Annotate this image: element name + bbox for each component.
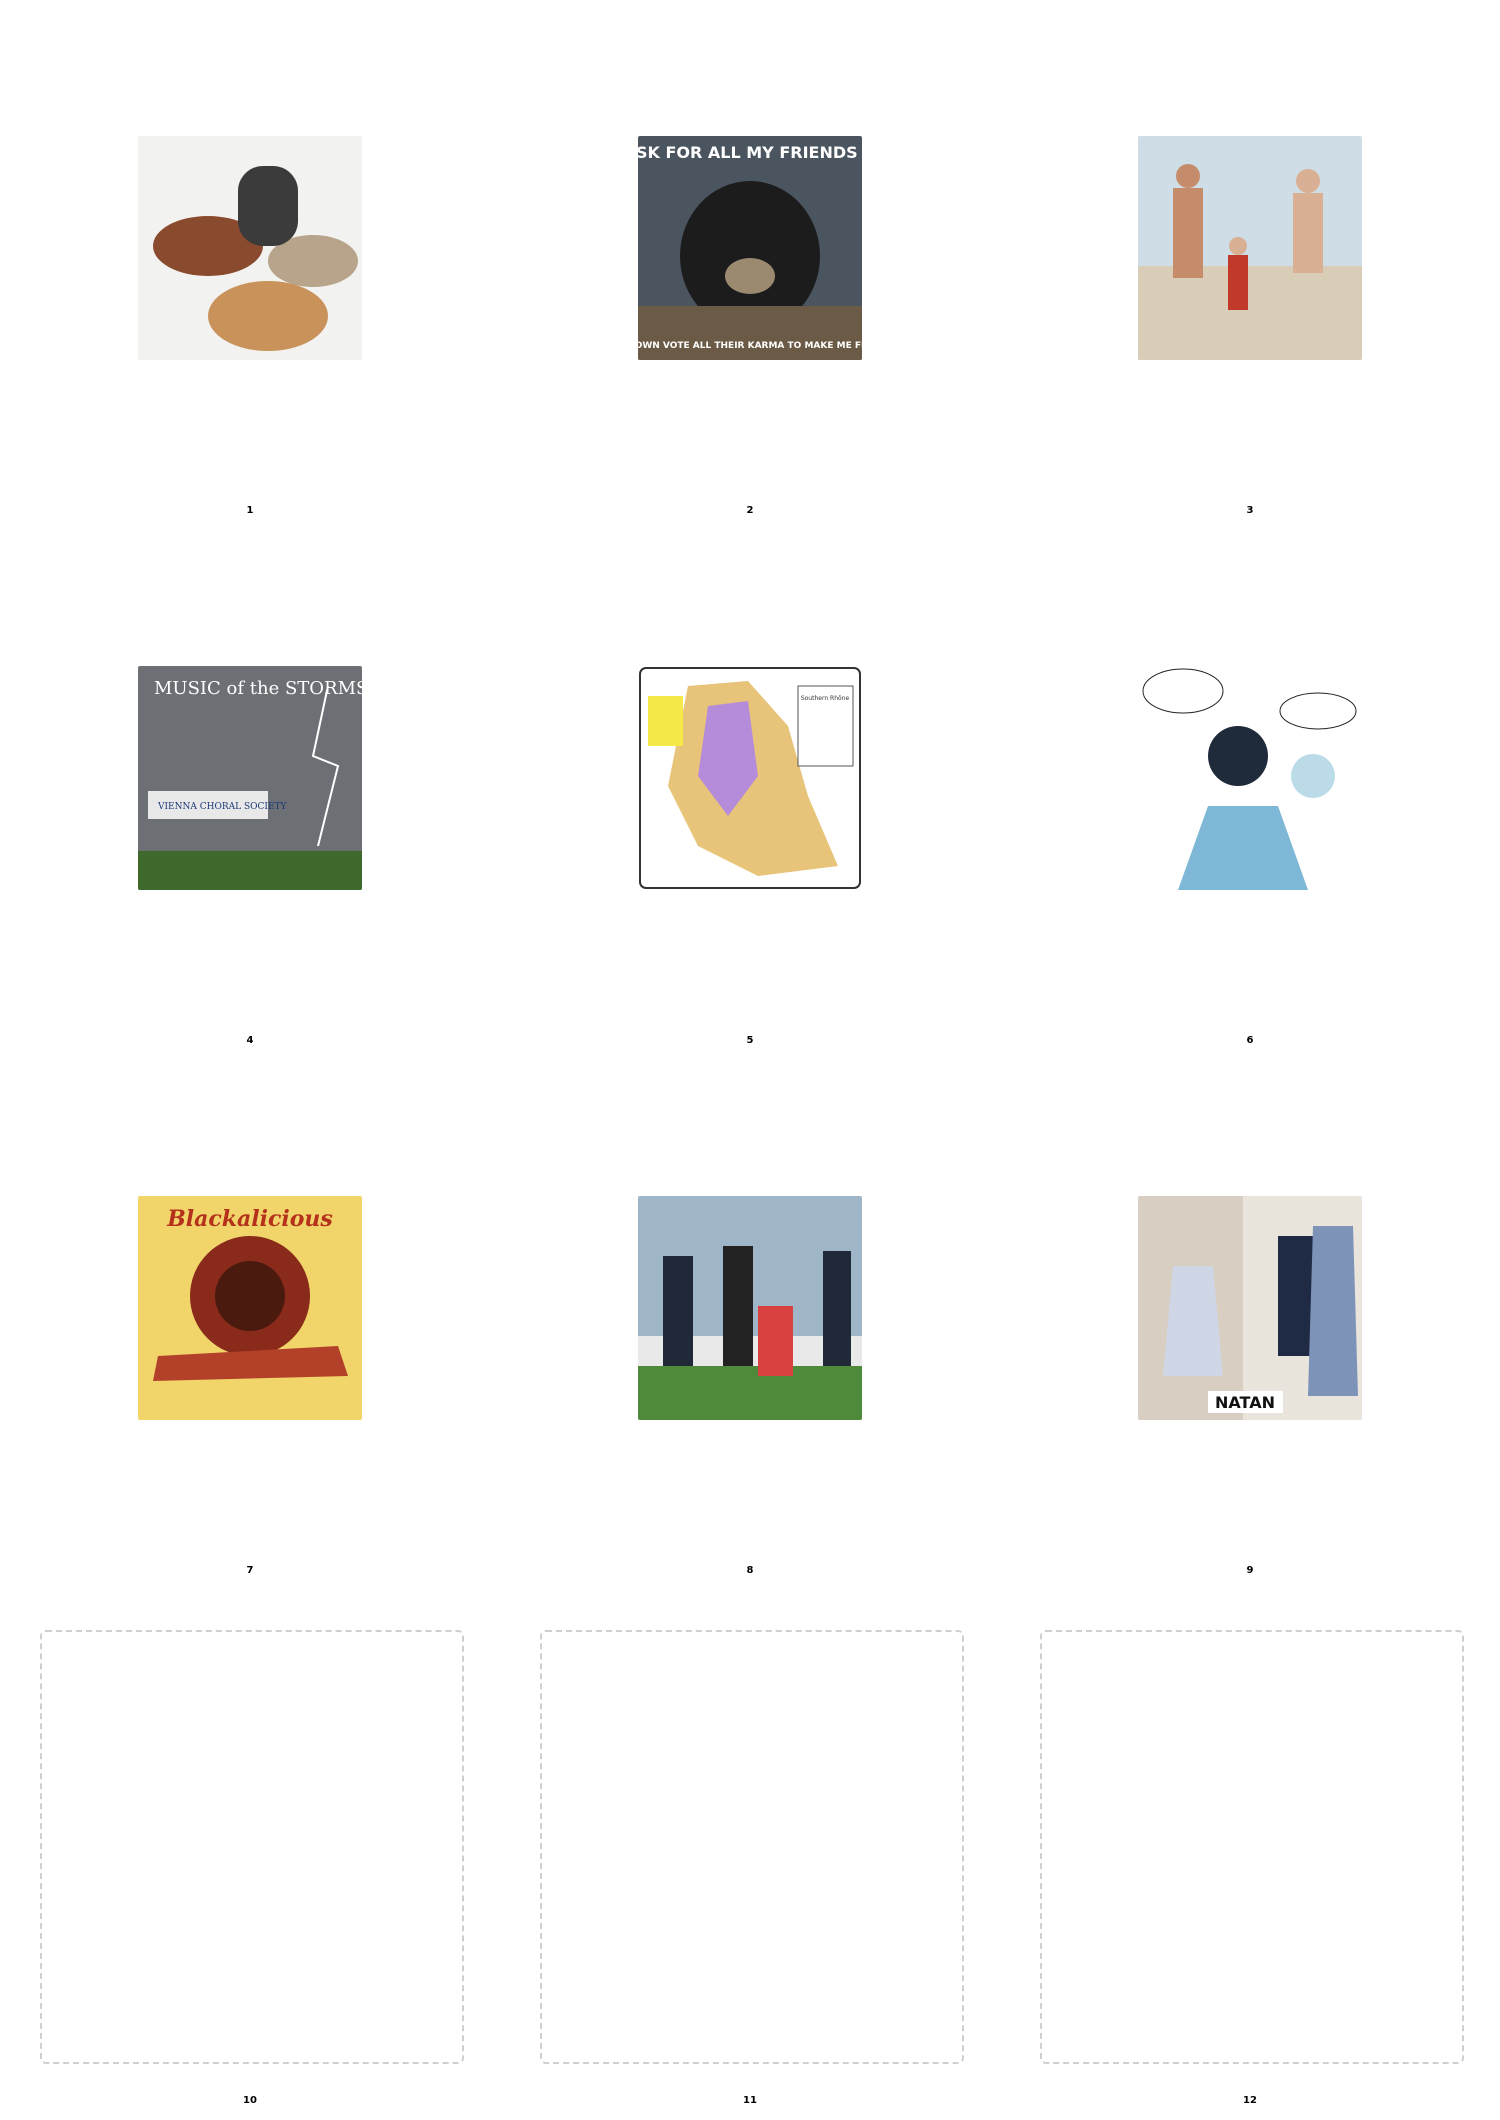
brand-label: NATAN: [1215, 1393, 1275, 1412]
album-cover-icon: Blackalicious: [138, 1196, 362, 1420]
beach-family-photo-icon: [1138, 136, 1362, 360]
pottery-photo-icon: [138, 136, 362, 360]
tile-number: 5: [746, 1035, 754, 1046]
tile-4: MUSIC of the STORMS VIENNA CHORAL SOCIET…: [0, 530, 500, 1060]
album-title: Blackalicious: [166, 1206, 333, 1232]
bear-meme-photo-icon: I ASK FOR ALL MY FRIENDS /U/ SO I CAN DO…: [638, 136, 862, 360]
poster-title: MUSIC of the STORMS: [154, 678, 362, 699]
tile-number: 6: [1246, 1035, 1254, 1046]
tile-number: 11: [743, 2095, 757, 2106]
tile-number: 12: [1243, 2095, 1257, 2106]
tile-9: NATAN 9: [1000, 1060, 1500, 1590]
tile-11: 11: [500, 1590, 1000, 2120]
tile-number: 10: [243, 2095, 257, 2106]
poster-org: VIENNA CHORAL SOCIETY: [157, 802, 288, 812]
tile-10: 10: [0, 1590, 500, 2120]
tile-number: 9: [1246, 1565, 1254, 1576]
tile-3: 3: [1000, 0, 1500, 530]
map-legend-title: Southern Rhône: [801, 695, 850, 702]
tile-5: Southern Rhône 5: [500, 530, 1000, 1060]
tile-number: 3: [1246, 505, 1254, 516]
tile-number: 2: [746, 505, 754, 516]
comic-panel-icon: [1138, 666, 1362, 890]
tile-2: I ASK FOR ALL MY FRIENDS /U/ SO I CAN DO…: [500, 0, 1000, 530]
tile-number: 8: [746, 1565, 754, 1576]
tile-12: 12: [1000, 1590, 1500, 2120]
meme-bottom-caption: SO I CAN DOWN VOTE ALL THEIR KARMA TO MA…: [638, 341, 862, 351]
tile-7: Blackalicious 7: [0, 1060, 500, 1590]
tile-number: 4: [246, 1035, 254, 1046]
blank-tile: [40, 1630, 464, 2064]
wine-region-map-icon: Southern Rhône: [638, 666, 862, 890]
meme-top-caption: I ASK FOR ALL MY FRIENDS /U/: [638, 143, 862, 162]
concert-poster-icon: MUSIC of the STORMS VIENNA CHORAL SOCIET…: [138, 666, 362, 890]
tile-1: 1: [0, 0, 500, 530]
football-match-photo-icon: [638, 1196, 862, 1420]
blank-tile: [1040, 1630, 1464, 2064]
fashion-photo-icon: NATAN: [1138, 1196, 1362, 1420]
tile-8: 8: [500, 1060, 1000, 1590]
tile-number: 7: [246, 1565, 254, 1576]
tile-6: 6: [1000, 530, 1500, 1060]
blank-tile: [540, 1630, 964, 2064]
tile-number: 1: [246, 505, 254, 516]
